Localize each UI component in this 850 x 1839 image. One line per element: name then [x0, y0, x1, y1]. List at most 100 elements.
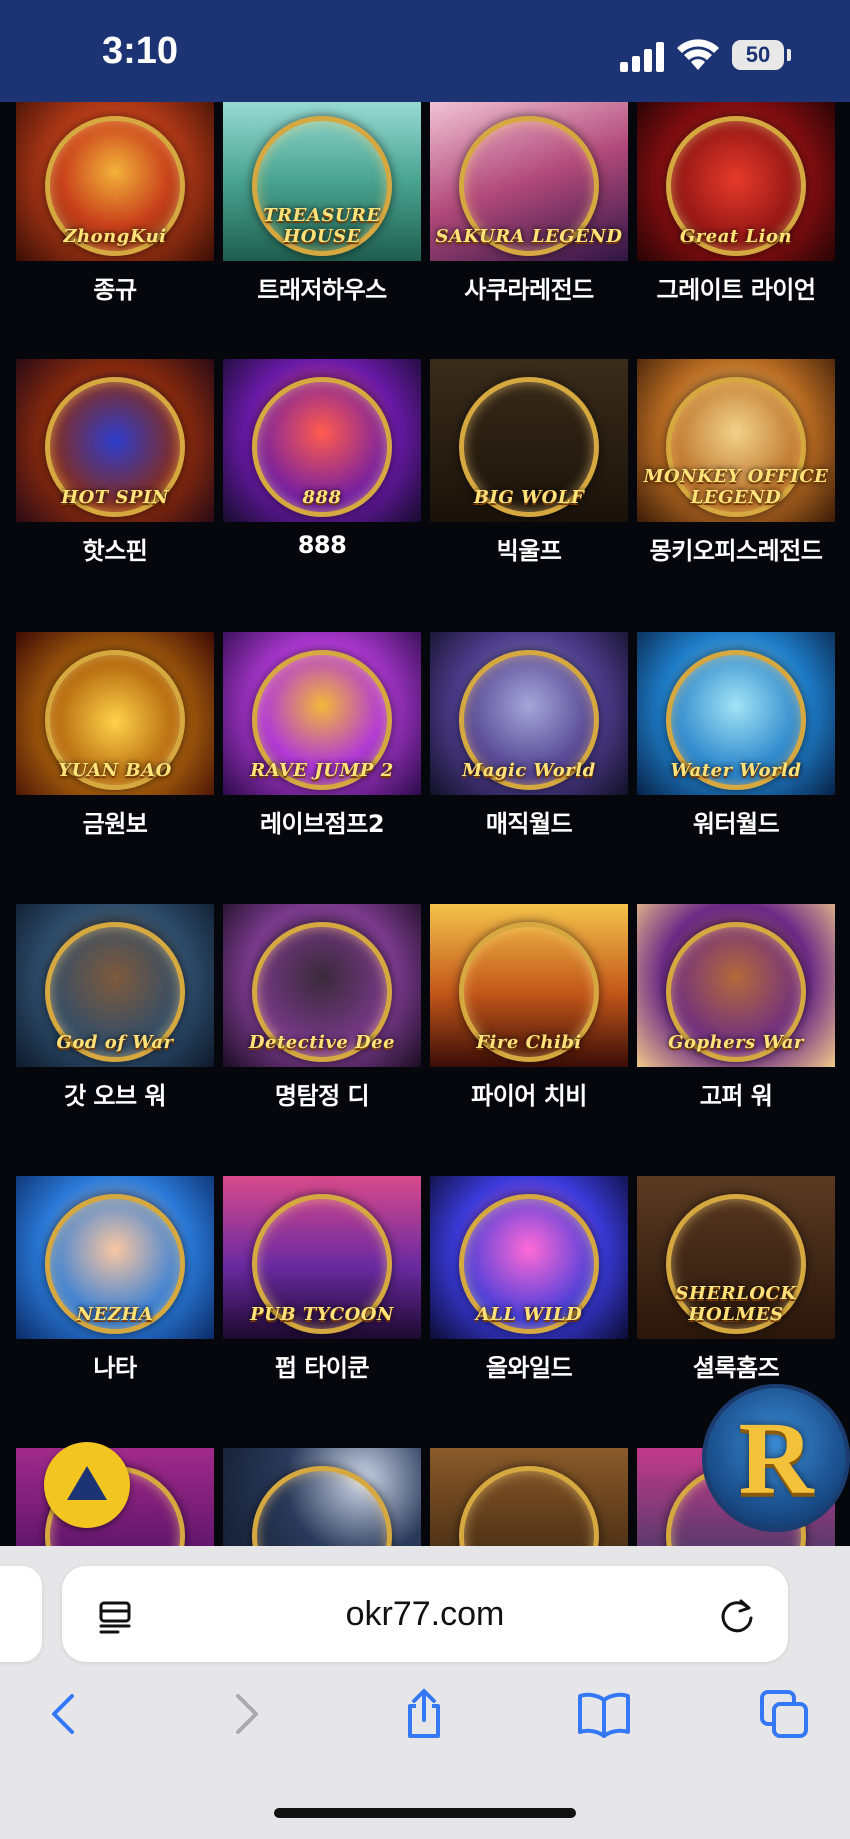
game-title[interactable]: 갓 오브 워	[16, 1076, 214, 1111]
game-badge	[252, 1466, 392, 1546]
game-card[interactable]: Gophers War 고퍼 워	[637, 904, 835, 1176]
game-logo: YUAN BAO	[58, 760, 172, 781]
browser-nav-row	[0, 1680, 850, 1760]
game-thumbnail[interactable]: SHERLOCK HOLMES	[637, 1176, 835, 1339]
game-logo: RAVE JUMP 2	[250, 760, 394, 781]
game-thumbnail[interactable]: PUB TYCOON	[223, 1176, 421, 1339]
game-title[interactable]: 빅울프	[430, 531, 628, 566]
game-logo: NEZHA	[76, 1304, 154, 1325]
game-title[interactable]: 셜록홈즈	[637, 1348, 835, 1383]
game-logo: God of War	[56, 1032, 174, 1053]
game-title[interactable]: 금원보	[16, 804, 214, 839]
game-card[interactable]: Water World 워터월드	[637, 632, 835, 904]
game-card[interactable]	[430, 1448, 628, 1546]
game-thumbnail[interactable]: Water World	[637, 632, 835, 795]
signal-icon	[620, 40, 664, 72]
game-card[interactable]: Great Lion 그레이트 라이언	[637, 102, 835, 370]
game-thumbnail[interactable]: HOT SPIN	[16, 359, 214, 522]
game-thumbnail[interactable]: MONKEY OFFICE LEGEND	[637, 359, 835, 522]
game-title[interactable]: 몽키오피스레전드	[637, 531, 835, 566]
game-thumbnail[interactable]: ZhongKui	[16, 102, 214, 261]
game-thumbnail[interactable]: SAKURA LEGEND	[430, 102, 628, 261]
game-title[interactable]: 888	[223, 531, 421, 559]
game-logo: Detective Dee	[248, 1032, 396, 1053]
game-card[interactable]: ALL WILD 올와일드	[430, 1176, 628, 1448]
battery-icon: 50	[732, 40, 784, 70]
game-card[interactable]: Fire Chibi 파이어 치비	[430, 904, 628, 1176]
game-thumbnail[interactable]: TREASURE HOUSE	[223, 102, 421, 261]
game-thumbnail[interactable]: Magic World	[430, 632, 628, 795]
game-title[interactable]: 레이브점프2	[223, 804, 421, 839]
game-title[interactable]: 파이어 치비	[430, 1076, 628, 1111]
game-thumbnail[interactable]: YUAN BAO	[16, 632, 214, 795]
game-logo: 888	[302, 487, 342, 508]
game-logo: Water World	[670, 760, 802, 781]
game-title[interactable]: 명탐정 디	[223, 1076, 421, 1111]
game-title[interactable]: 워터월드	[637, 804, 835, 839]
game-logo: Gophers War	[668, 1032, 804, 1053]
reload-icon[interactable]	[718, 1596, 756, 1634]
brand-badge-button[interactable]: R	[702, 1384, 850, 1532]
tabs-icon[interactable]	[756, 1686, 812, 1742]
game-thumbnail[interactable]: BIG WOLF	[430, 359, 628, 522]
game-title[interactable]: 올와일드	[430, 1348, 628, 1383]
game-logo: SHERLOCK HOLMES	[675, 1283, 797, 1325]
brand-badge-letter: R	[738, 1400, 814, 1516]
share-icon[interactable]	[396, 1686, 452, 1742]
game-logo: HOT SPIN	[61, 487, 169, 508]
game-title[interactable]: 종규	[16, 270, 214, 305]
game-title[interactable]: 나타	[16, 1348, 214, 1383]
game-title[interactable]: 그레이트 라이언	[637, 270, 835, 305]
game-card[interactable]: HOT SPIN 핫스핀	[16, 359, 214, 631]
game-card[interactable]	[223, 1448, 421, 1546]
game-card[interactable]: RAVE JUMP 2 레이브점프2	[223, 632, 421, 904]
home-indicator[interactable]	[274, 1808, 576, 1818]
game-thumbnail[interactable]: NEZHA	[16, 1176, 214, 1339]
game-card[interactable]: 888 888	[223, 359, 421, 631]
battery-nub	[787, 49, 791, 61]
back-icon[interactable]	[36, 1686, 92, 1742]
game-card[interactable]: Magic World 매직월드	[430, 632, 628, 904]
game-title[interactable]: 매직월드	[430, 804, 628, 839]
game-thumbnail[interactable]	[223, 1448, 421, 1546]
game-card[interactable]: ZhongKui 종규	[16, 102, 214, 370]
game-card[interactable]: NEZHA 나타	[16, 1176, 214, 1448]
address-bar[interactable]: okr77.com	[62, 1566, 788, 1662]
game-grid: ZhongKui 종규 TREASURE HOUSE 트래저하우스 SAKURA…	[16, 102, 836, 1546]
status-time: 3:10	[102, 30, 179, 72]
game-card[interactable]: YUAN BAO 금원보	[16, 632, 214, 904]
wifi-icon	[677, 39, 719, 70]
game-card[interactable]: TREASURE HOUSE 트래저하우스	[223, 102, 421, 370]
game-thumbnail[interactable]: ALL WILD	[430, 1176, 628, 1339]
game-card[interactable]: Detective Dee 명탐정 디	[223, 904, 421, 1176]
scroll-top-button[interactable]	[44, 1442, 130, 1528]
game-thumbnail[interactable]	[430, 1448, 628, 1546]
game-thumbnail[interactable]: Fire Chibi	[430, 904, 628, 1067]
game-card[interactable]: BIG WOLF 빅울프	[430, 359, 628, 631]
game-title[interactable]: 트래저하우스	[223, 270, 421, 305]
game-logo: ZhongKui	[63, 226, 167, 247]
game-thumbnail[interactable]: RAVE JUMP 2	[223, 632, 421, 795]
game-thumbnail[interactable]: Detective Dee	[223, 904, 421, 1067]
game-title[interactable]: 고퍼 워	[637, 1076, 835, 1111]
game-thumbnail[interactable]: Gophers War	[637, 904, 835, 1067]
game-thumbnail[interactable]: 888	[223, 359, 421, 522]
game-title[interactable]: 펍 타이쿤	[223, 1348, 421, 1383]
game-card[interactable]: PUB TYCOON 펍 타이쿤	[223, 1176, 421, 1448]
game-title[interactable]: 사쿠라레전드	[430, 270, 628, 305]
game-card[interactable]: SAKURA LEGEND 사쿠라레전드	[430, 102, 628, 370]
game-title[interactable]: 핫스핀	[16, 531, 214, 566]
game-logo: Great Lion	[679, 226, 793, 247]
game-badge	[459, 1466, 599, 1546]
url-text[interactable]: okr77.com	[62, 1566, 788, 1662]
previous-tab-peek[interactable]	[0, 1566, 42, 1662]
bookmarks-icon[interactable]	[576, 1686, 632, 1742]
browser-toolbar: okr77.com	[0, 1546, 850, 1839]
game-logo: ALL WILD	[475, 1304, 583, 1325]
game-thumbnail[interactable]: God of War	[16, 904, 214, 1067]
game-card[interactable]: God of War 갓 오브 워	[16, 904, 214, 1176]
forward-icon[interactable]	[218, 1686, 274, 1742]
game-thumbnail[interactable]: Great Lion	[637, 102, 835, 261]
status-bar: 3:10 50	[0, 0, 850, 102]
game-card[interactable]: MONKEY OFFICE LEGEND 몽키오피스레전드	[637, 359, 835, 631]
